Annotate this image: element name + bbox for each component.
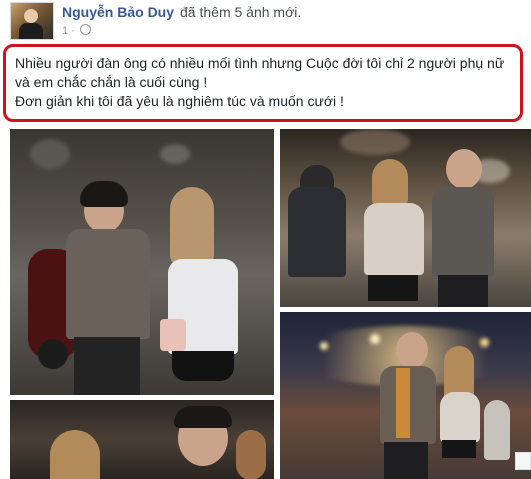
post-timestamp[interactable]: 1 · xyxy=(62,25,75,37)
woman-scarf xyxy=(364,203,424,275)
person-hat xyxy=(300,165,334,189)
handbag xyxy=(160,319,186,351)
woman-hair xyxy=(50,430,100,479)
caption-line-1: Nhiều người đàn ông có nhiều mối tình nh… xyxy=(15,55,505,90)
bokeh-light xyxy=(320,342,328,350)
post-header: Nguyễn Bảo Duy đã thêm 5 ảnh mới. xyxy=(62,4,301,20)
woman-skirt xyxy=(172,351,234,381)
post-caption: Nhiều người đàn ông có nhiều mối tình nh… xyxy=(3,44,523,122)
man-scarf xyxy=(396,368,410,438)
woman-skirt xyxy=(442,440,476,458)
woman-hair-2 xyxy=(236,430,266,479)
man-head xyxy=(396,332,428,368)
more-photos-icon[interactable] xyxy=(515,452,531,470)
photo-2[interactable] xyxy=(280,129,531,307)
man-pants xyxy=(384,442,428,479)
man-sweater xyxy=(432,187,494,277)
bokeh-light xyxy=(160,144,190,164)
photo-4[interactable] xyxy=(10,400,274,479)
bokeh-light xyxy=(370,334,380,344)
woman-hair xyxy=(170,187,214,267)
woman-hair xyxy=(372,159,408,209)
man-hair xyxy=(80,181,128,207)
caption-line-2: Đơn giản khi tôi đã yêu là nghiêm túc và… xyxy=(15,93,344,109)
motorbike-wheel xyxy=(38,339,68,369)
avatar-body xyxy=(19,23,43,39)
bokeh-light xyxy=(30,139,70,169)
woman-skirt xyxy=(368,275,418,301)
bokeh-light xyxy=(480,338,489,347)
man-pants xyxy=(74,337,140,395)
man-head xyxy=(446,149,482,189)
bokeh-light xyxy=(340,129,410,155)
man-pants xyxy=(438,275,488,307)
avatar-face xyxy=(24,9,38,23)
bystander xyxy=(484,400,510,460)
avatar[interactable] xyxy=(10,2,54,40)
post-action-text: đã thêm 5 ảnh mới. xyxy=(180,4,302,20)
author-link[interactable]: Nguyễn Bảo Duy xyxy=(62,4,174,20)
photo-1[interactable] xyxy=(10,129,274,395)
man-hair xyxy=(174,406,232,428)
globe-icon[interactable] xyxy=(79,24,91,35)
post-meta: 1 · xyxy=(62,24,91,37)
woman-sweater xyxy=(440,392,480,442)
person-jacket xyxy=(288,187,346,277)
photo-3[interactable] xyxy=(280,312,531,479)
man-sweater xyxy=(66,229,150,339)
